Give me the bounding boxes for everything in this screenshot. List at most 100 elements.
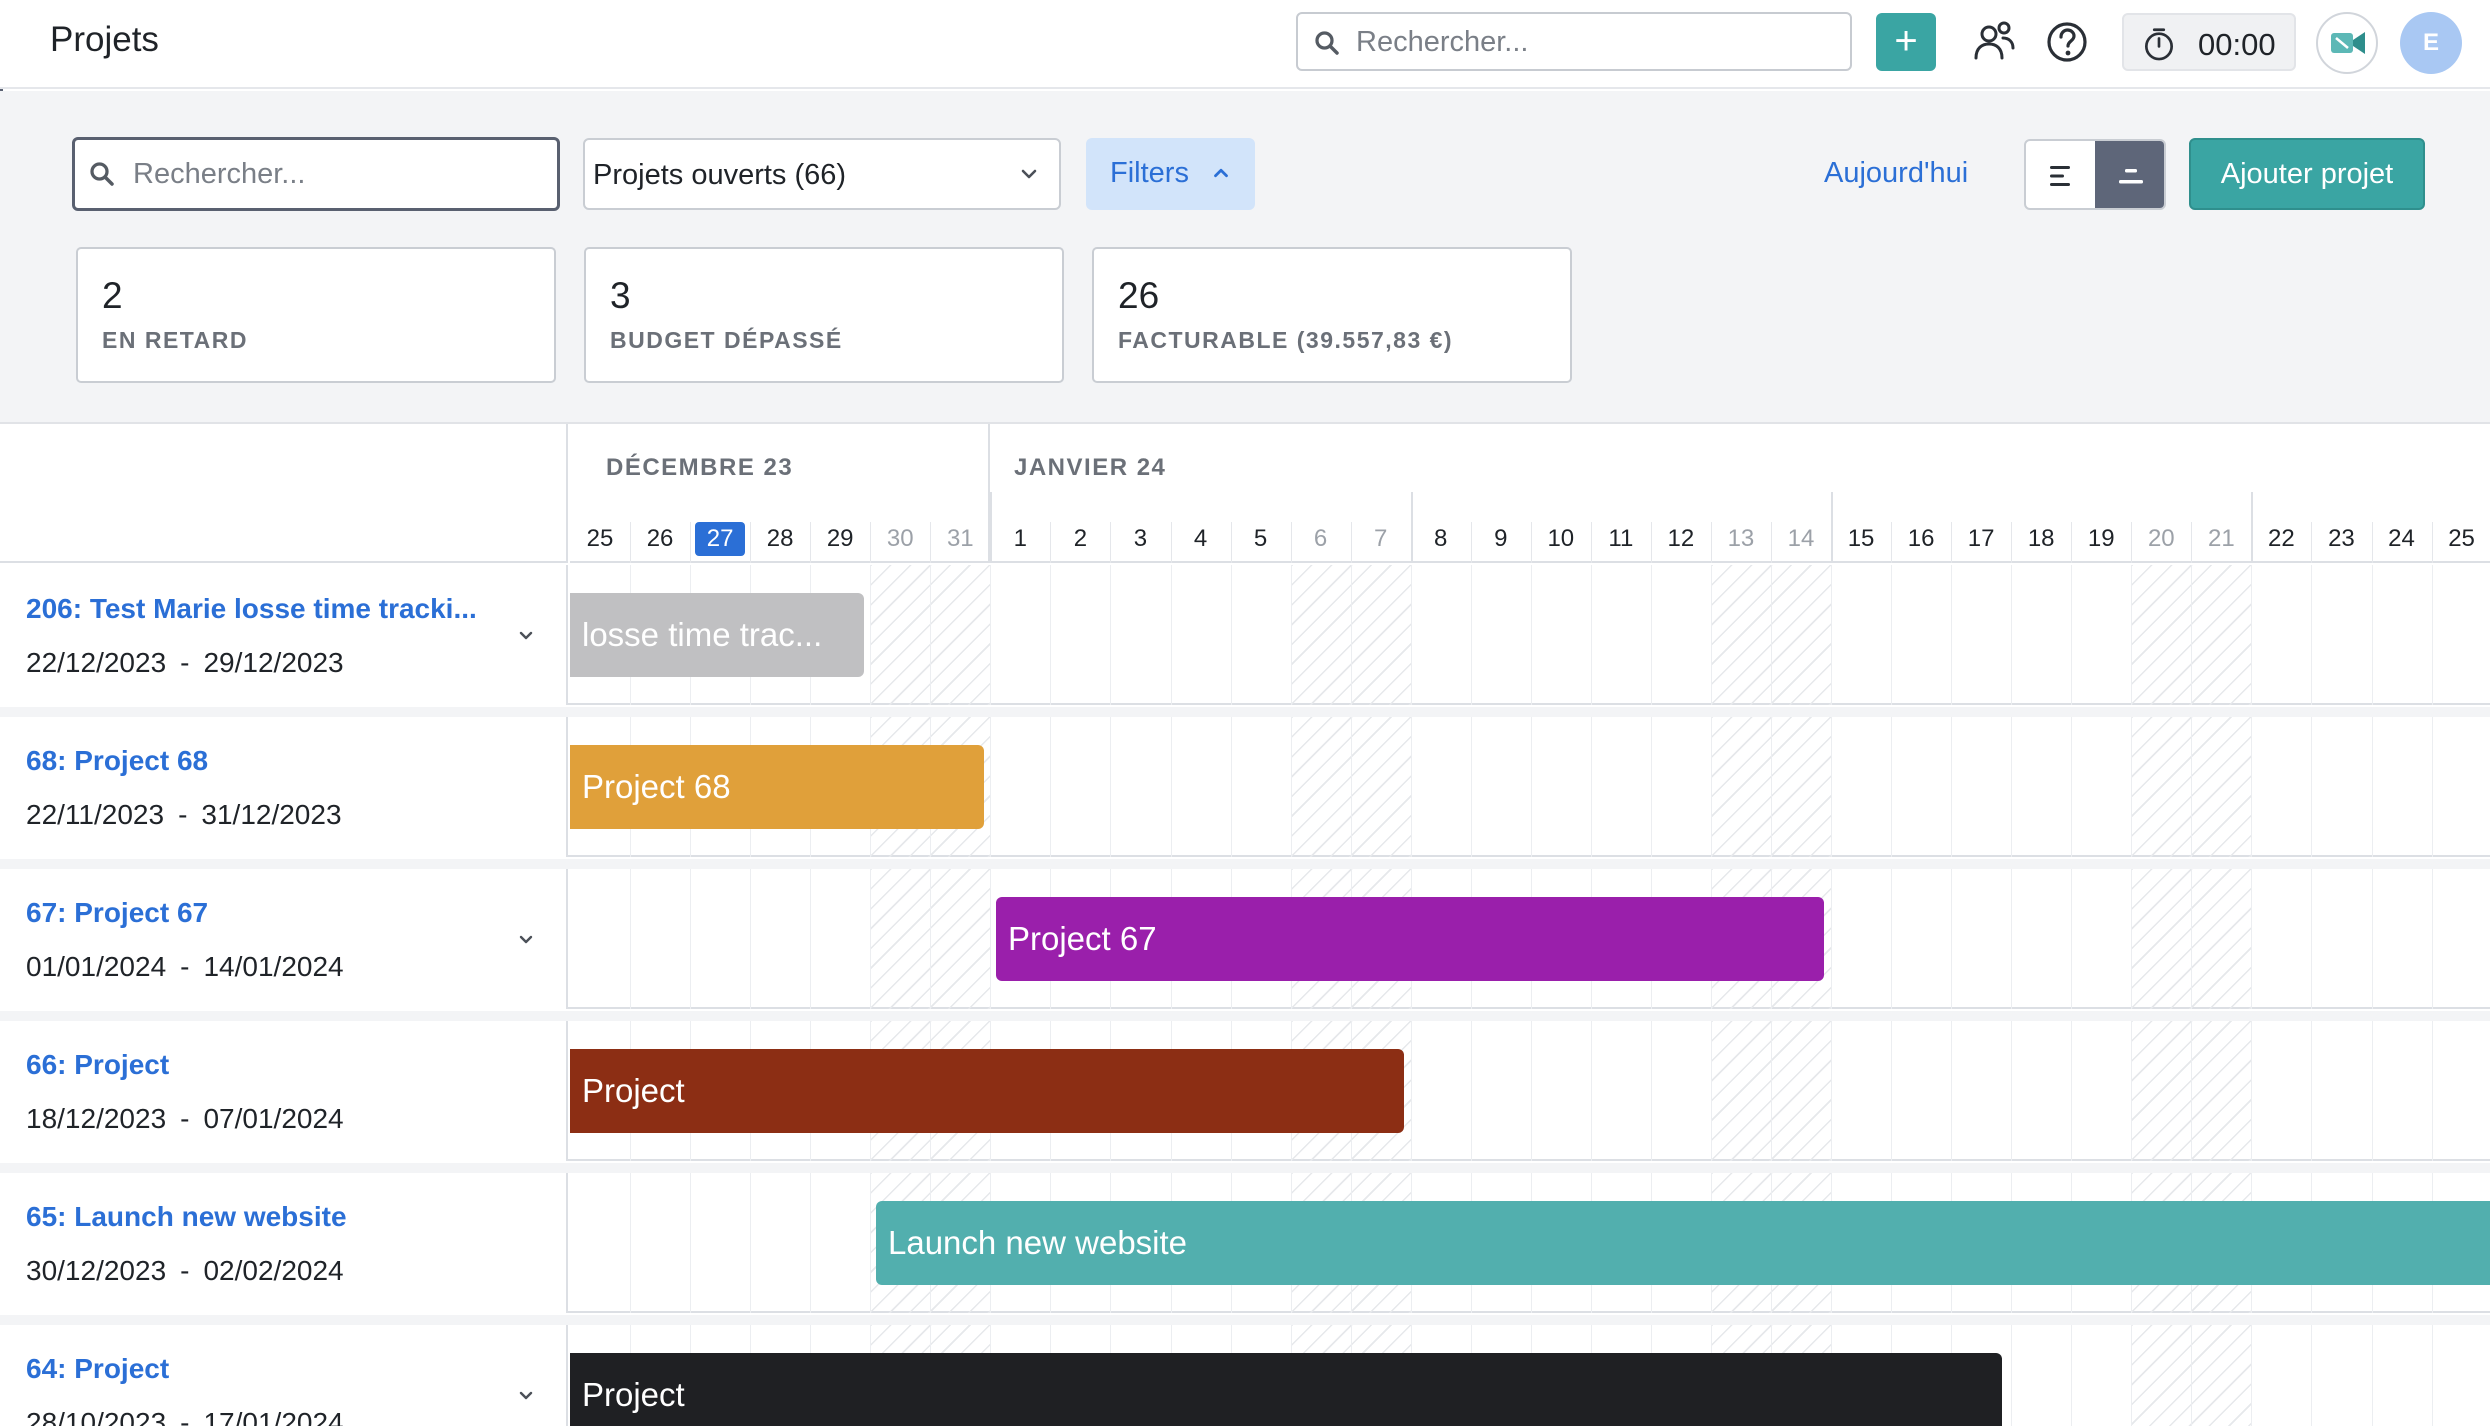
day-gridline (2251, 1325, 2253, 1426)
day-number: 17 (1967, 525, 1995, 552)
day-number: 22 (2268, 525, 2295, 552)
day-gridline (2011, 717, 2013, 857)
project-title-link[interactable]: 64: Project (26, 1353, 506, 1385)
project-title-link[interactable]: 66: Project (26, 1049, 506, 1081)
day-label: 15 (1831, 525, 1891, 553)
day-gridline (750, 1173, 752, 1313)
project-start-date: 28/10/2023 (26, 1407, 167, 1426)
day-gridline (2251, 717, 2253, 857)
project-dates: 22/11/2023-31/12/2023 (26, 799, 342, 831)
timeline-canvas: Project (570, 1021, 2490, 1161)
day-number: 20 (2147, 525, 2175, 552)
video-call-button[interactable] (2316, 12, 2378, 74)
day-divider (1650, 522, 1652, 563)
day-divider (870, 522, 872, 563)
project-start-date: 22/11/2023 (26, 799, 165, 830)
project-status-select[interactable]: Projets ouverts (66) (583, 138, 1061, 210)
day-label: 14 (1771, 525, 1831, 553)
day-gridline (1951, 1021, 1953, 1161)
stat-card-billable[interactable]: 26 FACTURABLE (39.557,83 €) (1092, 247, 1572, 383)
chevron-down-icon[interactable] (514, 1383, 538, 1407)
day-number: 9 (1494, 525, 1508, 552)
project-info: 66: Project 18/12/2023-07/01/2024 (0, 1021, 568, 1161)
project-bar[interactable]: Project 67 (996, 897, 1824, 981)
day-gridline (1891, 1021, 1893, 1161)
day-number: 4 (1193, 525, 1208, 552)
project-title-link[interactable]: 67: Project 67 (26, 897, 506, 929)
day-label: 20 (2131, 525, 2191, 553)
day-divider (2011, 522, 2013, 563)
project-title-link[interactable]: 65: Launch new website (26, 1201, 506, 1233)
global-search[interactable] (1296, 12, 1852, 71)
stat-label: FACTURABLE (39.557,83 €) (1118, 327, 1454, 353)
project-bar[interactable]: Project (570, 1049, 1404, 1133)
project-title-link[interactable]: 206: Test Marie losse time tracki... (26, 593, 506, 625)
list-view-button[interactable] (2026, 141, 2095, 208)
day-gridline (1951, 717, 1953, 857)
project-title-link[interactable]: 68: Project 68 (26, 745, 506, 777)
global-search-input[interactable] (1356, 22, 1836, 62)
filters-toggle-button[interactable]: Filters (1086, 138, 1255, 210)
help-icon[interactable] (2043, 18, 2091, 66)
day-gridline (2371, 717, 2373, 857)
chevron-down-icon[interactable] (514, 623, 538, 647)
day-gridline (2131, 869, 2133, 1009)
project-dates: 22/12/2023-29/12/2023 (26, 647, 344, 679)
top-bar: Projets + 00:00 E (0, 0, 2490, 89)
project-search-input[interactable] (133, 153, 533, 195)
day-gridline (1831, 869, 1833, 1009)
day-number: 23 (2328, 525, 2355, 552)
day-label: 9 (1471, 525, 1531, 553)
day-gridline (1470, 1021, 1472, 1161)
day-number: 31 (946, 525, 974, 552)
project-bar[interactable]: losse time trac... (570, 593, 864, 677)
quick-add-button[interactable]: + (1876, 13, 1936, 71)
day-divider (630, 522, 632, 563)
day-number: 15 (1847, 525, 1875, 552)
day-number: 28 (766, 525, 794, 552)
day-label: 30 (870, 525, 930, 553)
day-gridline (2071, 1021, 2073, 1161)
time-tracker[interactable]: 00:00 (2122, 13, 2296, 71)
filters-label: Filters (1110, 157, 1189, 189)
project-search[interactable] (72, 137, 560, 211)
stat-card-late[interactable]: 2 EN RETARD (76, 247, 556, 383)
day-gridline (1710, 1021, 1712, 1161)
chevron-down-icon[interactable] (514, 927, 538, 951)
day-divider (1590, 522, 1592, 563)
day-label: 17 (1951, 525, 2011, 553)
day-number: 30 (886, 525, 914, 552)
day-gridline (1891, 869, 1893, 1009)
user-avatar[interactable]: E (2400, 12, 2462, 74)
day-gridline (2071, 717, 2073, 857)
gantt-view-button[interactable] (2095, 141, 2164, 208)
day-gridline (2371, 565, 2373, 705)
day-gridline (690, 869, 692, 1009)
day-gridline (1590, 565, 1592, 705)
day-gridline (2431, 1325, 2433, 1426)
day-gridline (2131, 1325, 2133, 1426)
day-number: 2 (1073, 525, 1088, 552)
stat-card-over-budget[interactable]: 3 BUDGET DÉPASSÉ (584, 247, 1064, 383)
project-bar[interactable]: Project (570, 1353, 2002, 1426)
project-info: 68: Project 68 22/11/2023-31/12/2023 (0, 717, 568, 857)
day-label: 31 (930, 525, 990, 553)
day-label: 21 (2191, 525, 2251, 553)
day-gridline (1290, 717, 1292, 857)
add-project-button[interactable]: Ajouter projet (2189, 138, 2425, 210)
day-divider (1410, 492, 1413, 563)
today-link[interactable]: Aujourd'hui (1824, 157, 1968, 190)
date-separator: - (180, 647, 190, 678)
team-icon[interactable] (1970, 18, 2018, 66)
day-label: 26 (630, 525, 690, 553)
day-gridline (1650, 717, 1652, 857)
project-bar[interactable]: Launch new website (876, 1201, 2490, 1285)
day-gridline (1710, 565, 1712, 705)
project-start-date: 18/12/2023 (26, 1103, 167, 1134)
day-divider (1110, 522, 1112, 563)
gantt-icon (2119, 169, 2143, 184)
day-label: 8 (1411, 525, 1471, 553)
row-separator (0, 707, 2490, 717)
day-label: 2 (1050, 525, 1110, 553)
project-bar[interactable]: Project 68 (570, 745, 984, 829)
